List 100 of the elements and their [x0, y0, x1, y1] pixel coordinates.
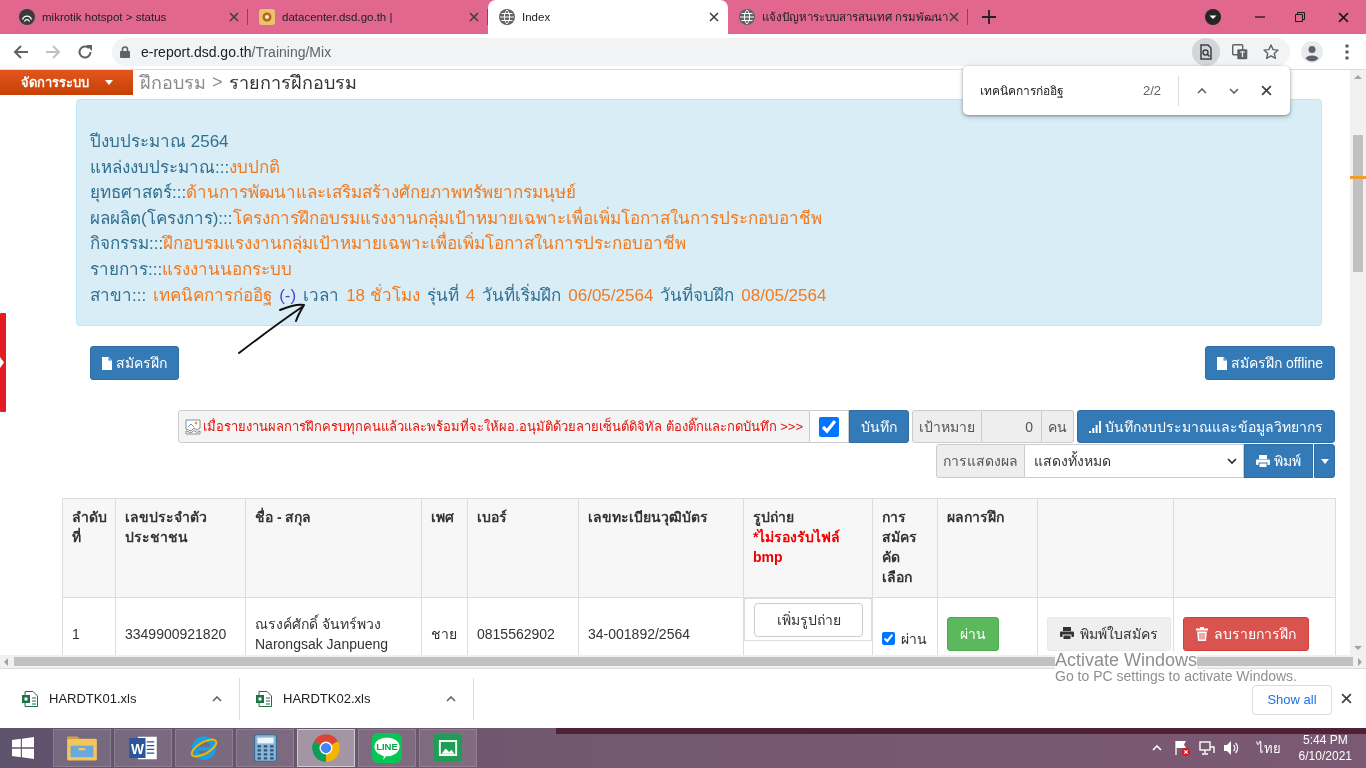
- taskbar-button[interactable]: [297, 729, 355, 767]
- restore-icon[interactable]: [1295, 12, 1305, 22]
- file-icon: [1217, 356, 1227, 370]
- taskbar-button[interactable]: [175, 729, 233, 767]
- info-label: วันที่จบฝึก: [660, 282, 735, 307]
- scrollbar-thumb[interactable]: [1353, 135, 1363, 272]
- folder-icon: [66, 734, 98, 762]
- info-label: เวลา: [303, 284, 340, 307]
- show-all-button[interactable]: Show all: [1252, 684, 1332, 715]
- circle-logo-icon: [311, 733, 341, 763]
- flag-icon[interactable]: [1173, 740, 1190, 756]
- caret-circle-icon[interactable]: [1205, 9, 1221, 25]
- breadcrumb-link[interactable]: ฝึกอบรม: [140, 70, 206, 97]
- target-field[interactable]: 0: [982, 410, 1042, 443]
- save-button[interactable]: บันทึก: [849, 410, 909, 443]
- back-icon[interactable]: [13, 43, 29, 60]
- browser-tab[interactable]: datacenter.dsd.go.th |: [248, 0, 488, 34]
- info-value: 06/05/2564: [568, 284, 654, 307]
- windows-logo-icon[interactable]: [12, 737, 34, 759]
- info-value: ด้านการพัฒนาและเสริมสร้างศักยภาพทรัพยากรมนุษย์: [186, 182, 577, 205]
- clock-date[interactable]: 6/10/2021: [1298, 748, 1352, 764]
- close-icon[interactable]: [1337, 11, 1349, 23]
- info-label: แหล่งงบประมาณ:::: [90, 156, 230, 179]
- chat-app-icon: LINE: [372, 733, 402, 763]
- notice-text: เมื่อรายงานผลการฝึกครบทุกคนแล้วและพร้อมที่จะให้ผอ.อนุมัติด้วยลายเซ็นต์ดิจิทัล ต้องติ๊กและกดบันทึก >>>: [203, 416, 803, 437]
- display-label: การแสดงผล: [936, 444, 1025, 478]
- taskbar-button[interactable]: W: [114, 729, 172, 767]
- chevron-up-icon[interactable]: [1197, 87, 1207, 94]
- globe-icon: [739, 9, 755, 25]
- browser-tab[interactable]: Index: [488, 0, 728, 34]
- site-favicon-icon: [259, 9, 275, 25]
- clock-time[interactable]: 5:44 PM: [1302, 732, 1348, 748]
- caret-icon: [1320, 458, 1329, 464]
- selection-checkbox[interactable]: [882, 632, 895, 645]
- column-header: ชื่อ - สกุล: [245, 498, 422, 598]
- star-icon[interactable]: [1263, 43, 1279, 60]
- column-header: เพศ: [421, 498, 468, 598]
- info-value: 4: [465, 284, 476, 307]
- print-button[interactable]: พิมพ์: [1244, 444, 1313, 478]
- breadcrumb-separator: >: [212, 72, 223, 93]
- upload-photo-button[interactable]: เพิ่มรูปถ่าย: [754, 602, 863, 637]
- taskbar-button[interactable]: [236, 729, 294, 767]
- budget-button[interactable]: บันทึกงบประมาณและข้อมูลวิทยากร: [1077, 410, 1335, 443]
- info-code: (-): [279, 284, 297, 307]
- ring-logo-icon: [189, 733, 219, 763]
- close-icon[interactable]: [1261, 85, 1272, 96]
- menu-icon[interactable]: [1345, 43, 1349, 60]
- find-match-marker: [1350, 176, 1366, 179]
- find-field[interactable]: เทคนิคการก่ออิฐ: [980, 81, 1143, 100]
- info-label: ยุทธศาสตร์:::: [90, 182, 187, 205]
- translate-icon[interactable]: [1232, 43, 1248, 60]
- file-icon: [102, 356, 112, 370]
- browser-tab[interactable]: mikrotik hotspot > status: [8, 0, 248, 34]
- approve-checkbox[interactable]: [819, 416, 839, 437]
- info-label: รายการ:::: [90, 258, 163, 281]
- caret-icon: [104, 80, 113, 85]
- info-value: งบปกติ: [229, 156, 281, 179]
- network-icon[interactable]: [1198, 740, 1215, 756]
- taskbar-button[interactable]: [419, 729, 477, 767]
- close-icon[interactable]: [1341, 693, 1352, 704]
- printer-icon: [1060, 627, 1074, 640]
- side-tab[interactable]: [0, 313, 6, 412]
- round-logo-icon: [19, 9, 35, 25]
- find-in-page-icon[interactable]: [1192, 37, 1220, 66]
- volume-icon[interactable]: [1222, 740, 1239, 756]
- info-value: เทคนิคการก่ออิฐ: [153, 284, 273, 308]
- admin-menu-button[interactable]: จัดการระบบ: [0, 70, 133, 95]
- delete-button[interactable]: ลบรายการฝึก: [1183, 616, 1309, 651]
- breadcrumb-current: รายการฝึกอบรม: [228, 72, 357, 95]
- dropdown-toggle-button[interactable]: [1314, 444, 1335, 478]
- print-application-button[interactable]: พิมพ์ใบสมัคร: [1047, 616, 1171, 651]
- download-file-name[interactable]: HARDTK02.xls: [283, 691, 446, 706]
- info-label: รุ่นที่: [426, 282, 459, 308]
- avatar-icon[interactable]: [1301, 40, 1323, 63]
- broken-image-icon: [185, 418, 202, 435]
- info-label: วันที่เริ่มฝึก: [482, 282, 562, 307]
- column-header: ลำดับที่: [62, 498, 116, 598]
- taskbar-button[interactable]: LINE: [358, 729, 416, 767]
- vertical-scrollbar[interactable]: [1350, 70, 1366, 655]
- reload-icon[interactable]: [77, 43, 93, 60]
- chevron-up-icon[interactable]: [212, 695, 222, 702]
- download-file-name[interactable]: HARDTK01.xls: [49, 691, 212, 706]
- target-label: เป้าหมาย: [912, 410, 982, 443]
- column-header: รูปถ่าย *ไม่รองรับไฟล์ bmp: [743, 498, 873, 598]
- trash-icon: [1196, 626, 1208, 641]
- display-select[interactable]: แสดงทั้งหมด: [1025, 444, 1244, 478]
- plus-icon[interactable]: [982, 10, 996, 24]
- chevron-down-icon[interactable]: [1229, 87, 1239, 94]
- horizontal-scrollbar[interactable]: [0, 655, 1366, 668]
- taskbar-button[interactable]: [53, 729, 111, 767]
- column-header: เบอร์: [467, 498, 579, 598]
- chevron-up-icon[interactable]: [446, 695, 456, 702]
- column-header: ผลการฝึก: [937, 498, 1038, 598]
- close-icon[interactable]: [709, 12, 719, 22]
- spreadsheet-file-icon: [256, 690, 272, 707]
- lock-icon[interactable]: [120, 45, 130, 58]
- language-indicator[interactable]: ไทย: [1256, 737, 1281, 759]
- register-button[interactable]: สมัครฝึก: [90, 346, 179, 380]
- browser-tab[interactable]: แจ้งปัญหาระบบสารสนเทศ กรมพัฒนา: [728, 0, 968, 34]
- register-offline-button[interactable]: สมัครฝึก offline: [1205, 346, 1335, 380]
